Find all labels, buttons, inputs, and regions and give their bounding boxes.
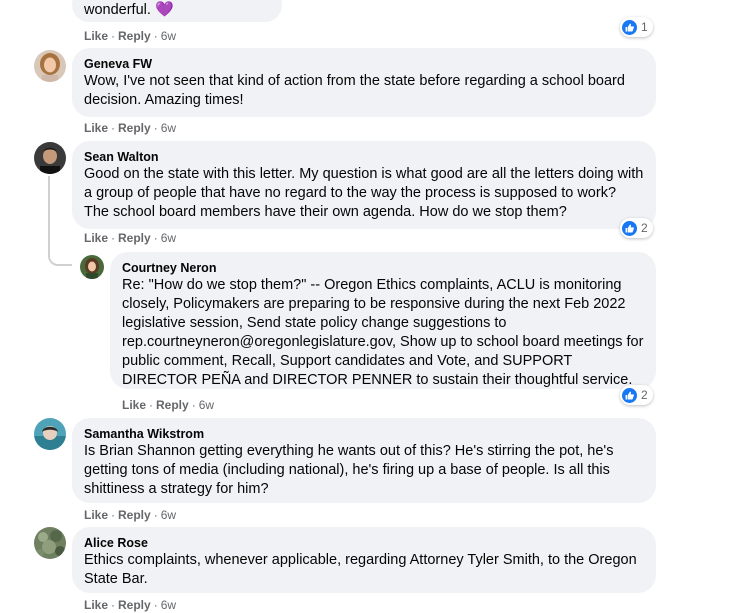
reply-link[interactable]: Reply: [118, 508, 151, 522]
reaction-count[interactable]: 1: [620, 17, 653, 37]
comment-actions: Like · Reply · 6w: [84, 508, 177, 522]
avatar[interactable]: [34, 50, 66, 82]
reply-connector-line: [48, 176, 72, 266]
comment-bubble: Courtney Neron Re: "How do we stop them?…: [110, 252, 656, 389]
comment-bubble: Geneva FW Wow, I've not seen that kind o…: [72, 48, 656, 117]
comment-text: Wow, I've not seen that kind of action f…: [84, 73, 625, 108]
comment-text: Re: "How do we stop them?" -- Oregon Eth…: [122, 277, 644, 388]
comment-actions: Like · Reply · 6w: [84, 231, 177, 245]
like-reaction-icon: [622, 220, 637, 236]
avatar[interactable]: [34, 142, 66, 174]
reaction-count[interactable]: 2: [620, 218, 653, 238]
comment-text: wonderful.: [84, 2, 151, 18]
comment-author[interactable]: Alice Rose: [84, 535, 644, 551]
reply-link[interactable]: Reply: [118, 121, 151, 135]
like-link[interactable]: Like: [84, 598, 108, 612]
comment-author[interactable]: Geneva FW: [84, 56, 644, 72]
comment-bubble: wonderful. 💜: [72, 0, 282, 22]
reply-link[interactable]: Reply: [156, 398, 189, 412]
timestamp[interactable]: 6w: [161, 508, 176, 522]
comment-author[interactable]: Sean Walton: [84, 149, 644, 165]
comment-author[interactable]: Samantha Wikstrom: [84, 426, 644, 442]
like-link[interactable]: Like: [122, 398, 146, 412]
like-link[interactable]: Like: [84, 231, 108, 245]
avatar[interactable]: [80, 255, 104, 279]
timestamp[interactable]: 6w: [199, 398, 214, 412]
avatar[interactable]: [34, 418, 66, 450]
timestamp[interactable]: 6w: [161, 121, 176, 135]
comment-actions: Like · Reply · 6w: [84, 121, 177, 135]
comment-author[interactable]: Courtney Neron: [122, 260, 644, 276]
avatar[interactable]: [34, 527, 66, 559]
reply-link[interactable]: Reply: [118, 598, 151, 612]
comment-text: Ethics complaints, whenever applicable, …: [84, 552, 637, 587]
like-link[interactable]: Like: [84, 121, 108, 135]
comment-text: Is Brian Shannon getting everything he w…: [84, 443, 614, 497]
comment-text: Good on the state with this letter. My q…: [84, 166, 644, 220]
reply-link[interactable]: Reply: [118, 29, 151, 43]
comment-actions: Like · Reply · 6w: [84, 29, 177, 43]
comment-bubble: Sean Walton Good on the state with this …: [72, 141, 656, 229]
like-reaction-icon: [622, 387, 637, 403]
reaction-count[interactable]: 2: [620, 385, 653, 405]
timestamp[interactable]: 6w: [161, 29, 176, 43]
comment-bubble: Samantha Wikstrom Is Brian Shannon getti…: [72, 418, 656, 503]
comment-bubble: Alice Rose Ethics complaints, whenever a…: [72, 527, 656, 593]
purple-heart-emoji: 💜: [155, 1, 175, 18]
reply-link[interactable]: Reply: [118, 231, 151, 245]
like-link[interactable]: Like: [84, 508, 108, 522]
comment-thread: wonderful. 💜 1 Like · Reply · 6w Geneva FW W…: [0, 0, 731, 612]
like-link[interactable]: Like: [84, 29, 108, 43]
like-reaction-icon: [622, 19, 637, 35]
timestamp[interactable]: 6w: [161, 598, 176, 612]
timestamp[interactable]: 6w: [161, 231, 176, 245]
comment-actions: Like · Reply · 6w: [84, 598, 177, 612]
comment-actions: Like · Reply · 6w: [122, 398, 215, 412]
